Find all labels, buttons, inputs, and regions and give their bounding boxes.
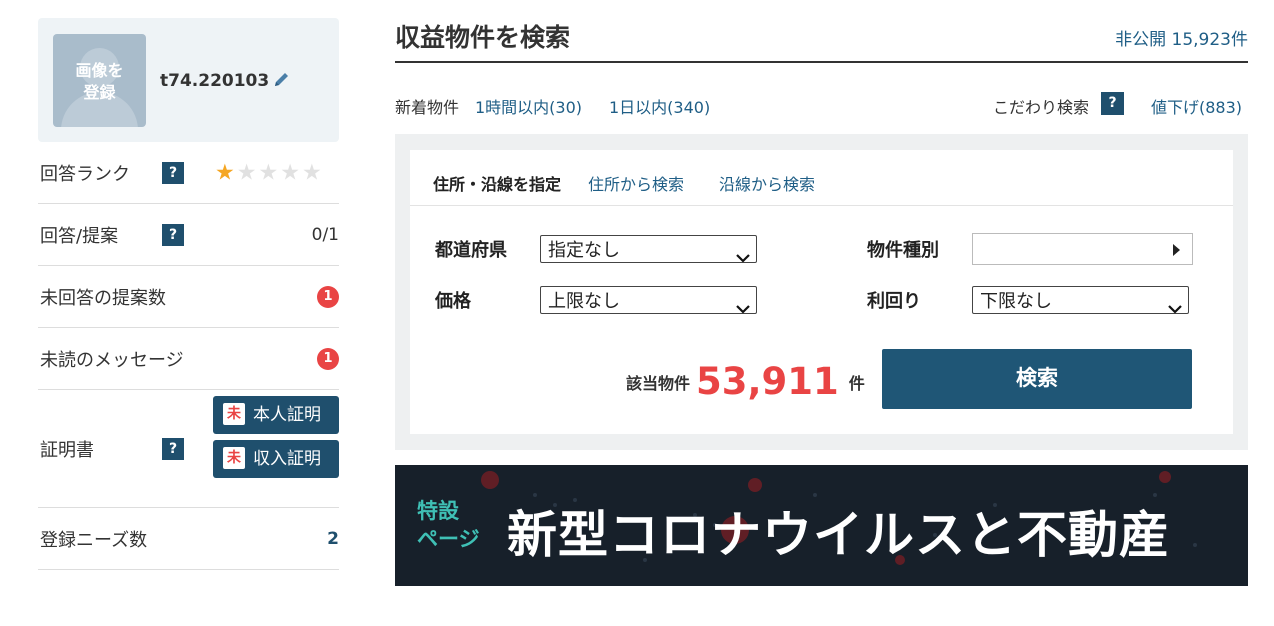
property-type-select[interactable]	[972, 233, 1193, 265]
result-number: 53,911	[696, 360, 839, 403]
needs-label[interactable]: 登録ニーズ数	[40, 526, 147, 552]
unverified-badge: 未	[223, 447, 245, 469]
result-unit: 件	[848, 374, 865, 393]
yield-label: 利回り	[867, 291, 921, 312]
identity-cert-label: 本人証明	[253, 405, 321, 425]
search-button[interactable]: 検索	[882, 349, 1192, 409]
star-empty-icon: ★	[236, 160, 259, 185]
help-icon[interactable]: ?	[162, 161, 184, 184]
rank-row: 回答ランク ? ★★★★★	[38, 142, 339, 204]
chevron-right-icon	[1173, 244, 1180, 256]
new-1h-link[interactable]: 1時間以内(30)	[475, 94, 582, 118]
chevron-down-icon	[736, 294, 750, 324]
certificate-label: 証明書	[40, 439, 94, 461]
search-form: 住所・沿線を指定 住所から検索 沿線から検索 都道府県 指定なし 物件種別 価格…	[410, 150, 1233, 434]
prefecture-select[interactable]: 指定なし	[540, 235, 757, 263]
page-title: 収益物件を検索	[395, 23, 571, 52]
rank-stars: ★★★★★	[215, 160, 324, 185]
income-cert-label: 収入証明	[253, 449, 321, 469]
profile-card: 画像を 登録 t74.220103	[38, 18, 339, 142]
username: t74.220103	[160, 70, 291, 93]
help-icon[interactable]: ?	[162, 223, 184, 246]
chevron-down-icon	[1168, 294, 1182, 324]
star-empty-icon: ★	[280, 160, 302, 185]
banner-headline: 新型コロナウイルスと不動産	[507, 506, 1170, 564]
unanswered-label[interactable]: 未回答の提案数	[40, 284, 166, 310]
price-down-link[interactable]: 値下げ(883)	[1151, 94, 1242, 118]
income-cert-button[interactable]: 未収入証明	[213, 440, 339, 478]
banner-tag: 特設 ページ	[417, 499, 480, 551]
yield-value: 下限なし	[980, 291, 1052, 312]
unverified-badge: 未	[223, 403, 245, 425]
unanswered-row[interactable]: 未回答の提案数 1	[38, 266, 339, 328]
sidebar: 画像を 登録 t74.220103 回答ランク ? ★★★★★ 回答/提案 ? …	[38, 18, 339, 570]
new-1d-link[interactable]: 1日以内(340)	[609, 94, 710, 118]
search-panel: 住所・沿線を指定 住所から検索 沿線から検索 都道府県 指定なし 物件種別 価格…	[395, 134, 1248, 450]
location-row: 住所・沿線を指定 住所から検索 沿線から検索	[410, 150, 1233, 206]
yield-select[interactable]: 下限なし	[972, 286, 1189, 314]
avatar[interactable]: 画像を 登録	[53, 34, 146, 127]
chevron-down-icon	[736, 243, 750, 273]
result-count: 該当物件 53,911 件	[626, 360, 865, 403]
needs-value[interactable]: 2	[327, 529, 339, 549]
covid-banner[interactable]: 特設 ページ 新型コロナウイルスと不動産	[395, 465, 1248, 586]
avatar-register-label[interactable]: 画像を 登録	[53, 60, 146, 104]
price-label: 価格	[435, 291, 471, 312]
star-empty-icon: ★	[258, 160, 281, 185]
private-listings-link[interactable]: 非公開 15,923件	[1115, 25, 1248, 50]
price-select[interactable]: 上限なし	[540, 286, 757, 314]
price-value: 上限なし	[548, 291, 620, 312]
unread-label[interactable]: 未読のメッセージ	[40, 346, 184, 372]
unanswered-count-badge: 1	[317, 285, 339, 308]
username-text: t74.220103	[160, 71, 270, 91]
needs-row[interactable]: 登録ニーズ数 2	[38, 508, 339, 570]
certificate-row: 証明書 ? 未本人証明 未収入証明	[38, 390, 339, 508]
answers-row: 回答/提案 ? 0/1	[38, 204, 339, 266]
rank-label: 回答ランク	[40, 163, 130, 185]
help-icon[interactable]: ?	[162, 437, 184, 460]
new-listings-label: 新着物件	[395, 98, 460, 117]
advanced-search-label: こだわり検索	[992, 98, 1089, 117]
identity-cert-button[interactable]: 未本人証明	[213, 396, 339, 434]
pencil-icon[interactable]	[273, 70, 291, 93]
star-filled-icon: ★	[215, 160, 237, 185]
location-label: 住所・沿線を指定	[433, 175, 562, 194]
unread-row[interactable]: 未読のメッセージ 1	[38, 328, 339, 390]
search-by-address-link[interactable]: 住所から検索	[588, 171, 684, 195]
answers-value: 0/1	[311, 224, 339, 245]
search-by-line-link[interactable]: 沿線から検索	[719, 171, 815, 195]
property-type-label: 物件種別	[867, 240, 939, 261]
answers-label: 回答/提案	[40, 225, 119, 247]
help-icon[interactable]: ?	[1101, 92, 1124, 115]
result-label: 該当物件	[626, 374, 691, 393]
star-empty-icon: ★	[301, 160, 324, 185]
title-divider	[395, 61, 1248, 63]
unread-count-badge: 1	[317, 347, 339, 370]
prefecture-label: 都道府県	[435, 240, 507, 261]
prefecture-value: 指定なし	[548, 240, 620, 261]
